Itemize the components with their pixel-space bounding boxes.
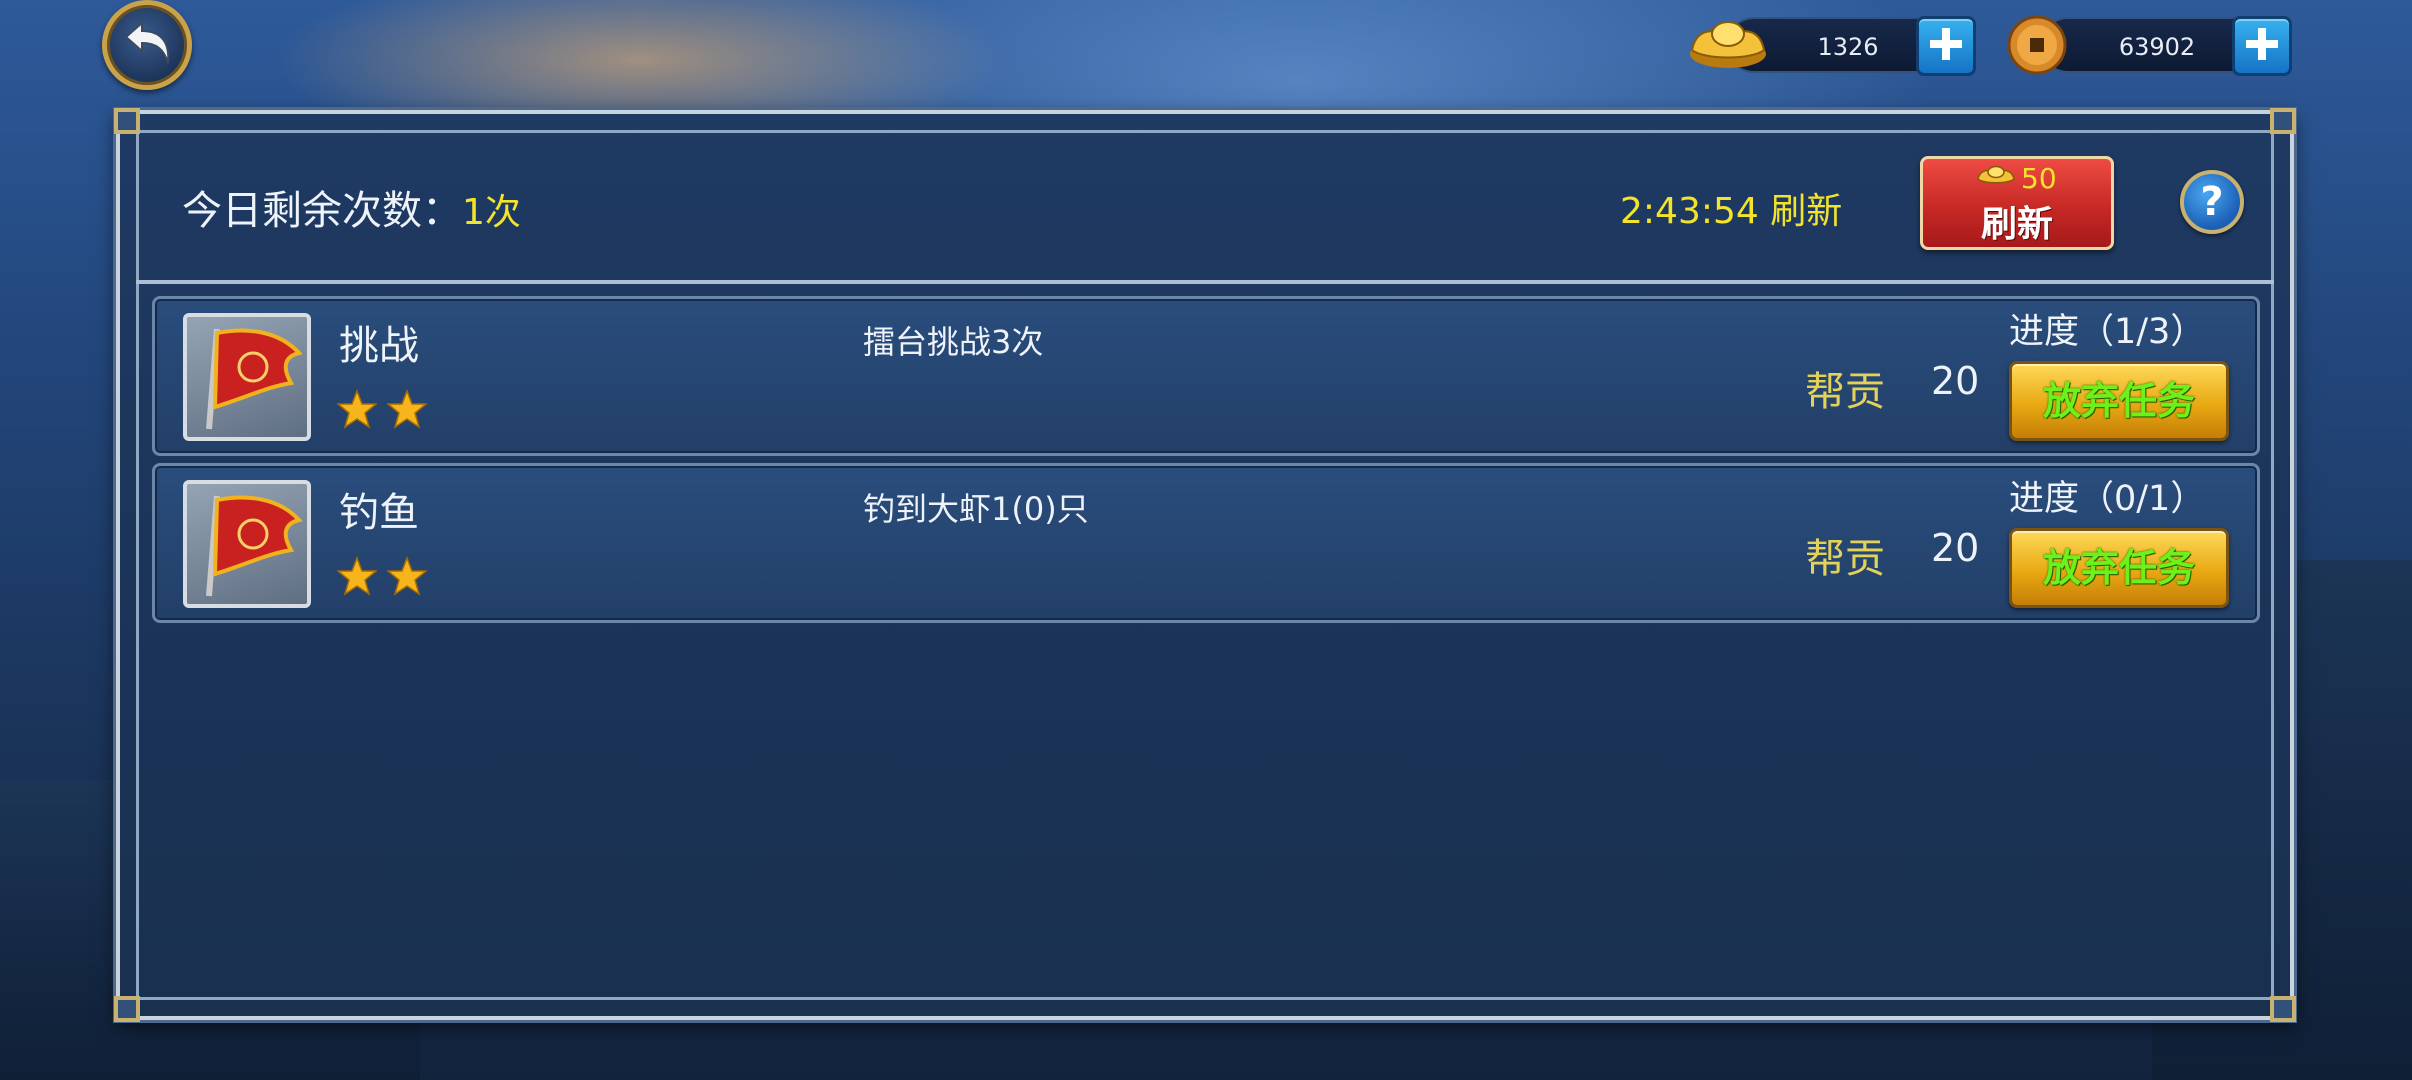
refresh-cost-value: 50	[2021, 161, 2057, 195]
guild-task-panel: 今日剩余次数：1次 2:43:54 刷新 50 刷新 ? 挑战 擂台挑战3次 帮…	[114, 108, 2296, 1022]
panel-corner-ornament	[114, 996, 140, 1022]
task-description: 钓到大虾1(0)只	[863, 490, 1089, 528]
task-row: 挑战 擂台挑战3次 帮贡 20 进度（1/3） 放弃任务	[152, 296, 2260, 456]
remaining-count: 今日剩余次数：1次	[182, 178, 521, 236]
remaining-label: 今日剩余次数：	[182, 188, 462, 234]
refresh-cost: 50	[1975, 161, 2057, 195]
task-name: 钓鱼	[339, 490, 419, 536]
refresh-timer: 2:43:54 刷新	[1620, 191, 1843, 232]
star-icon	[385, 388, 429, 433]
star-icon	[335, 388, 379, 433]
task-description: 擂台挑战3次	[863, 323, 1044, 361]
gold-ingot-icon	[1686, 10, 1770, 80]
task-banner-icon	[183, 313, 311, 441]
refresh-button[interactable]: 50 刷新	[1920, 156, 2114, 250]
copper-coin-icon	[2006, 14, 2068, 80]
abandon-task-button[interactable]: 放弃任务	[2009, 528, 2229, 608]
task-banner-icon	[183, 480, 311, 608]
abandon-task-button[interactable]: 放弃任务	[2009, 361, 2229, 441]
task-progress: 进度（0/1）	[2009, 479, 2206, 519]
reward-label: 帮贡	[1805, 536, 1885, 582]
task-star-rating	[335, 555, 429, 600]
add-coins-button[interactable]	[2232, 16, 2292, 76]
refresh-button-label: 刷新	[1980, 204, 2053, 245]
reward-value: 20	[1931, 526, 1980, 570]
star-icon	[385, 555, 429, 600]
gold-ingot-icon	[1975, 161, 2017, 195]
back-button[interactable]	[102, 0, 192, 90]
star-icon	[335, 555, 379, 600]
reward-value: 20	[1931, 359, 1980, 403]
add-gold-button[interactable]	[1916, 16, 1976, 76]
task-row: 钓鱼 钓到大虾1(0)只 帮贡 20 进度（0/1） 放弃任务	[152, 463, 2260, 623]
back-arrow-icon	[120, 19, 174, 71]
help-button[interactable]: ?	[2180, 170, 2244, 234]
task-name: 挑战	[339, 323, 419, 369]
coin-value: 63902	[2118, 33, 2196, 61]
plus-icon	[1928, 26, 1964, 66]
task-progress: 进度（1/3）	[2009, 312, 2206, 352]
task-star-rating	[335, 388, 429, 433]
panel-corner-ornament	[2270, 996, 2296, 1022]
reward-label: 帮贡	[1805, 369, 1885, 415]
remaining-value: 1次	[462, 192, 521, 233]
plus-icon	[2244, 26, 2280, 66]
